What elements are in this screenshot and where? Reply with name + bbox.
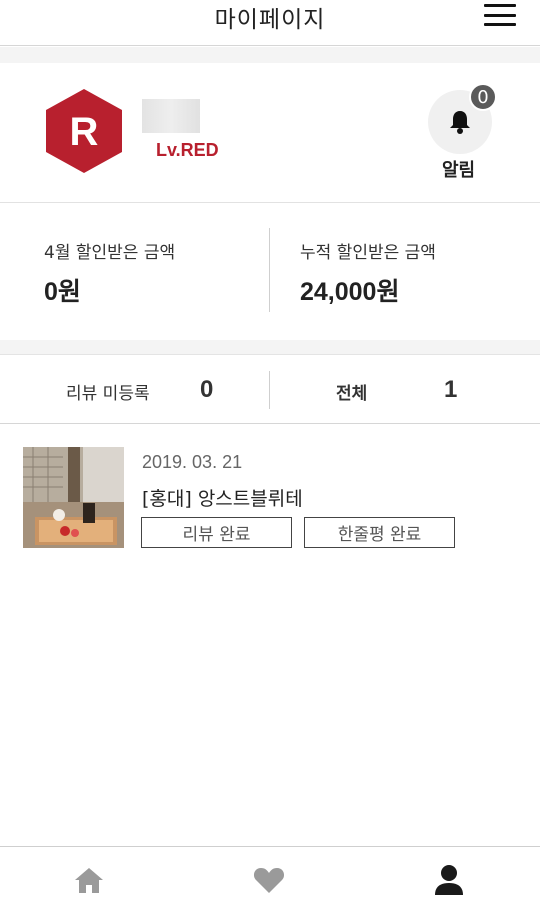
profile-section: R Lv.RED 0 알림 (0, 63, 540, 203)
month-discount-label: 4월 할인받은 금액 (44, 243, 176, 263)
user-icon[interactable] (432, 863, 466, 897)
one-line-review-complete-button[interactable]: 한줄평 완료 (304, 517, 455, 548)
user-name-blurred (142, 99, 200, 133)
tab-all-reviews[interactable]: 전체 (336, 379, 367, 404)
discount-summary: 4월 할인받은 금액 0원 누적 할인받은 금액 24,000원 (0, 204, 540, 340)
total-discount-value: 24,000원 (300, 278, 400, 306)
visit-date: 2019. 03. 21 (142, 452, 243, 472)
page-title: 마이페이지 (214, 6, 326, 33)
hamburger-menu-icon[interactable] (484, 4, 516, 26)
review-filter: 리뷰 미등록 0 전체 1 (0, 354, 540, 424)
tab-unregistered-reviews[interactable]: 리뷰 미등록 (66, 379, 150, 404)
app-header: 마이페이지 (0, 0, 540, 46)
alarm-label[interactable]: 알림 (442, 156, 475, 182)
review-complete-button[interactable]: 리뷰 완료 (141, 517, 292, 548)
bell-icon (450, 111, 470, 134)
store-name[interactable]: [홍대] 앙스트블뤼테 (142, 484, 303, 511)
section-spacer (0, 340, 540, 354)
user-level: Lv.RED (156, 140, 219, 160)
month-discount-value: 0원 (44, 278, 81, 306)
badge-letter: R (70, 110, 99, 154)
divider (269, 228, 270, 312)
level-badge-icon: R (44, 87, 124, 175)
all-review-count[interactable]: 1 (444, 376, 457, 404)
store-thumbnail[interactable] (23, 447, 124, 548)
section-spacer (0, 47, 540, 63)
bottom-navigation (0, 846, 540, 916)
alarm-count-badge: 0 (469, 83, 497, 111)
heart-icon[interactable] (252, 863, 286, 897)
divider (269, 371, 270, 409)
home-icon[interactable] (72, 863, 106, 897)
list-item[interactable]: 2019. 03. 21 [홍대] 앙스트블뤼테 리뷰 완료 한줄평 완료 (0, 446, 540, 550)
unregistered-review-count[interactable]: 0 (200, 376, 213, 404)
total-discount-label: 누적 할인받은 금액 (300, 243, 436, 263)
